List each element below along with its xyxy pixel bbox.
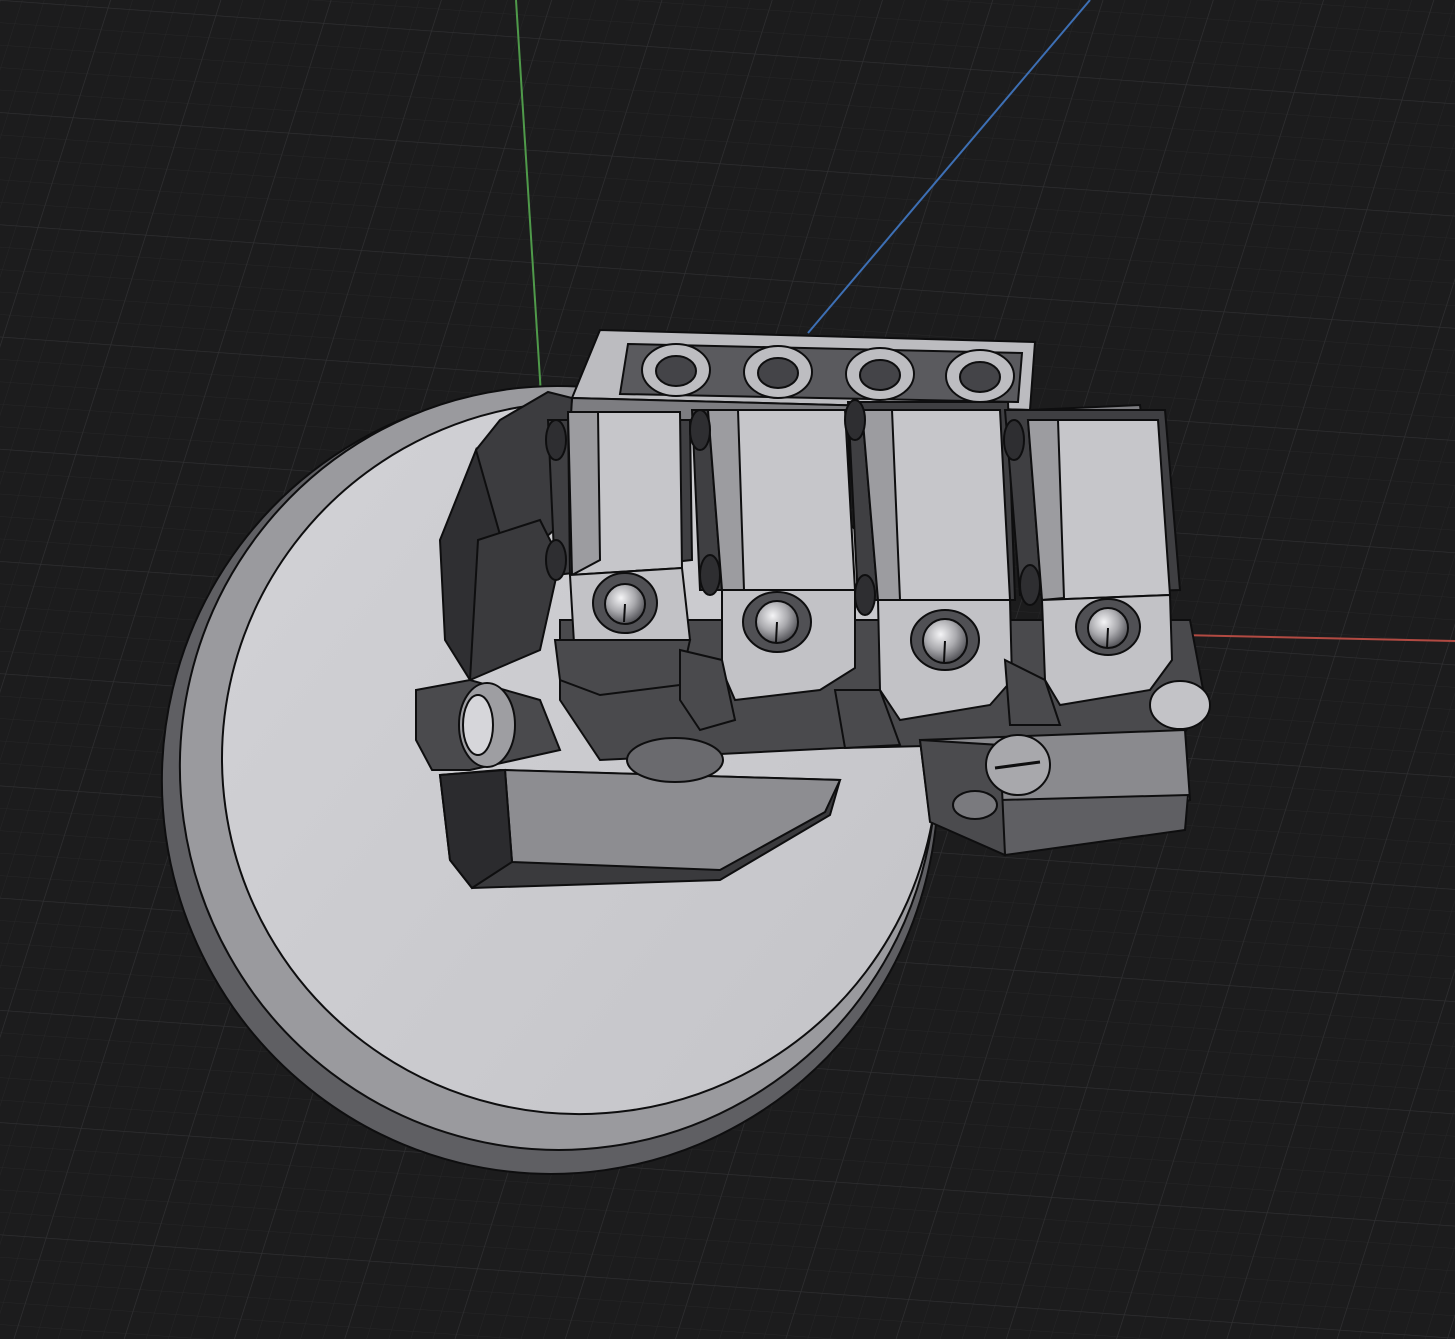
3d-viewport[interactable] [0, 0, 1455, 1339]
bore-4 [945, 349, 1015, 403]
finger-1[interactable] [545, 411, 694, 697]
bore-1 [641, 343, 711, 397]
bore-2 [743, 345, 813, 399]
finger-2[interactable] [679, 409, 857, 732]
bore-3 [845, 347, 915, 401]
finger-4[interactable] [1003, 409, 1182, 726]
3d-scene-canvas[interactable] [0, 0, 1455, 1339]
finger-3[interactable] [833, 399, 1017, 750]
